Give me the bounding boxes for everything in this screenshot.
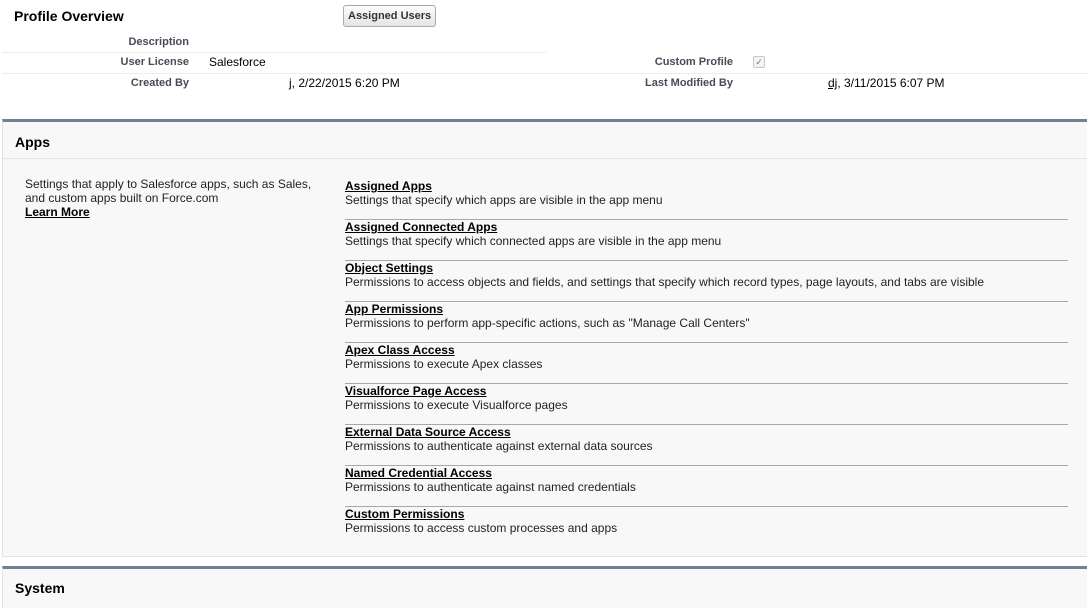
external-data-source-access-link[interactable]: External Data Source Access — [345, 425, 1068, 439]
setting-description: Permissions to authenticate against exte… — [345, 439, 653, 453]
apps-section: Apps Settings that apply to Salesforce a… — [2, 119, 1087, 557]
named-credential-access-link[interactable]: Named Credential Access — [345, 466, 1068, 480]
setting-description: Permissions to access objects and fields… — [345, 275, 984, 289]
setting-item-assigned-connected-apps: Assigned Connected Apps Settings that sp… — [345, 220, 1068, 261]
setting-description: Settings that specify which connected ap… — [345, 234, 722, 248]
system-section-title: System — [15, 580, 65, 596]
apps-section-title: Apps — [15, 134, 50, 150]
created-by-date: , 2/22/2015 6:20 PM — [291, 76, 400, 90]
app-permissions-link[interactable]: App Permissions — [345, 302, 1068, 316]
system-section: System — [2, 566, 1087, 608]
last-modified-by-label: Last Modified By — [644, 77, 733, 89]
assigned-users-button[interactable]: Assigned Users — [343, 5, 437, 27]
user-license-label: User License — [120, 56, 189, 68]
setting-description: Permissions to execute Visualforce pages — [345, 398, 568, 412]
object-settings-link[interactable]: Object Settings — [345, 261, 1068, 275]
apps-description: Settings that apply to Salesforce apps, … — [25, 177, 325, 219]
checkmark-icon: ✓ — [755, 57, 763, 67]
visualforce-page-access-link[interactable]: Visualforce Page Access — [345, 384, 1068, 398]
custom-permissions-link[interactable]: Custom Permissions — [345, 507, 1068, 521]
row-divider — [2, 73, 1087, 74]
setting-item-app-permissions: App Permissions Permissions to perform a… — [345, 302, 1068, 343]
created-by-label: Created By — [130, 77, 189, 89]
setting-description: Permissions to access custom processes a… — [345, 521, 618, 535]
last-modified-by-value: dj, 3/11/2015 6:07 PM — [828, 76, 945, 90]
section-divider — [3, 158, 1087, 159]
setting-item-object-settings: Object Settings Permissions to access ob… — [345, 261, 1068, 302]
created-by-value: j, 2/22/2015 6:20 PM — [289, 76, 400, 90]
profile-page: Profile Overview Assigned Users Descript… — [0, 0, 1087, 608]
setting-item-named-credential-access: Named Credential Access Permissions to a… — [345, 466, 1068, 507]
last-modified-by-user-link[interactable]: dj — [828, 76, 837, 90]
assigned-connected-apps-link[interactable]: Assigned Connected Apps — [345, 220, 1068, 234]
apps-description-text: Settings that apply to Salesforce apps, … — [25, 177, 312, 205]
custom-profile-checkbox: ✓ — [753, 56, 765, 68]
setting-item-visualforce-page-access: Visualforce Page Access Permissions to e… — [345, 384, 1068, 425]
description-label: Description — [128, 36, 189, 48]
setting-item-assigned-apps: Assigned Apps Settings that specify whic… — [345, 179, 1068, 220]
setting-item-custom-permissions: Custom Permissions Permissions to access… — [345, 507, 1068, 548]
apex-class-access-link[interactable]: Apex Class Access — [345, 343, 1068, 357]
setting-description: Permissions to authenticate against name… — [345, 480, 636, 494]
learn-more-link[interactable]: Learn More — [25, 205, 325, 219]
setting-item-external-data-source-access: External Data Source Access Permissions … — [345, 425, 1068, 466]
last-modified-by-date: , 3/11/2015 6:07 PM — [837, 76, 945, 90]
custom-profile-label: Custom Profile — [654, 56, 733, 68]
setting-description: Permissions to execute Apex classes — [345, 357, 543, 371]
setting-item-apex-class-access: Apex Class Access Permissions to execute… — [345, 343, 1068, 384]
page-title: Profile Overview — [14, 8, 124, 24]
apps-settings-list: Assigned Apps Settings that specify whic… — [345, 179, 1068, 548]
assigned-apps-link[interactable]: Assigned Apps — [345, 179, 1068, 193]
row-divider — [2, 52, 547, 53]
setting-description: Settings that specify which apps are vis… — [345, 193, 663, 207]
setting-description: Permissions to perform app-specific acti… — [345, 316, 750, 330]
user-license-value: Salesforce — [209, 55, 266, 69]
